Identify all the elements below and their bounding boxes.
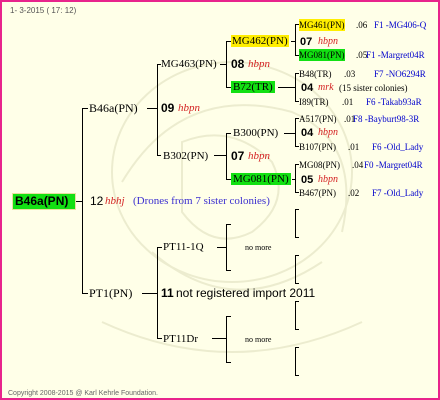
fmmf-year: .04 (352, 160, 364, 170)
root-note: (Drones from 7 sister colonies) (133, 195, 270, 207)
ffmf-label[interactable]: B48(TR) (299, 68, 332, 80)
fmmm-label[interactable]: B467(PN) (299, 187, 336, 199)
ff-hatch: hbpn (248, 58, 270, 70)
root-hatch: hbhj (105, 195, 125, 207)
ffff-line[interactable]: F1 -MG406-Q (374, 19, 426, 31)
ffff-year: .06 (356, 20, 368, 30)
mm-no-more: no more (245, 335, 272, 344)
fmmm-year: .02 (348, 188, 360, 198)
fmmf-line[interactable]: F0 -Margret04R (364, 159, 423, 171)
ffm-label[interactable]: B72(TR) (231, 81, 275, 93)
fmm-hatch: hbpn (318, 174, 338, 185)
fmf-hatch: hbpn (318, 127, 338, 138)
fff-gen: 07 (300, 36, 313, 48)
fff-label[interactable]: MG462(PN) (231, 35, 289, 47)
mf-no-more: no more (245, 243, 272, 252)
ffm-gen: 04 (301, 82, 314, 94)
ffmm-label[interactable]: I89(TR) (299, 96, 329, 108)
date-label: 1- 3-2015 ( 17: 12) (10, 6, 77, 15)
fffm-label[interactable]: MG081(PN) (299, 49, 345, 61)
fm-gen: 07 (231, 149, 245, 163)
fmfm-label[interactable]: B107(PN) (299, 141, 336, 153)
fmf-label[interactable]: B300(PN) (233, 127, 278, 139)
ffmm-line[interactable]: F6 -Takab93aR (366, 96, 422, 108)
fm-hatch: hbpn (248, 150, 270, 162)
ffm-note: (15 sister colonies) (339, 83, 408, 93)
mf-label[interactable]: PT11-1Q (163, 241, 204, 253)
father-label[interactable]: B46a(PN) (89, 102, 138, 114)
fmmm-line[interactable]: F7 -Old_Lady (372, 187, 423, 199)
ffmm-year: .01 (342, 97, 354, 107)
fffm-line[interactable]: F1 -Margret04R (366, 49, 425, 61)
ffmf-year: .03 (344, 69, 356, 79)
fmff-label[interactable]: A517(PN) (299, 113, 337, 125)
root-gen: 12 (90, 194, 104, 208)
mother-note: not registered import 2011 (176, 286, 316, 300)
ffff-label[interactable]: MG461(PN) (299, 19, 345, 31)
mother-gen: 11 (161, 286, 174, 300)
fmff-line[interactable]: F8 -Bayburt98-3R (353, 113, 419, 125)
father-gen: 09 (161, 101, 175, 115)
fmfm-year: .01 (348, 142, 360, 152)
root-label[interactable]: B46a(PN) (15, 195, 68, 207)
mm-label[interactable]: PT11Dr (163, 333, 198, 345)
ff-gen: 08 (231, 57, 245, 71)
ffm-hatch: mrk (318, 82, 334, 93)
ffmf-line[interactable]: F7 -NO6294R (374, 68, 426, 80)
father-hatch: hbpn (178, 102, 200, 114)
fff-hatch: hbpn (318, 36, 338, 47)
copyright-label: Copyright 2008-2015 @ Karl Kehrle Founda… (8, 390, 158, 397)
fmm-gen: 05 (301, 174, 314, 186)
fmm-label[interactable]: MG081(PN) (231, 173, 291, 185)
pedigree-frame: 1- 3-2015 ( 17: 12) Copyright 2008-2015 … (0, 0, 440, 400)
fmf-gen: 04 (301, 127, 314, 139)
mother-label[interactable]: PT1(PN) (89, 287, 132, 299)
fmmf-label[interactable]: MG08(PN) (299, 159, 340, 171)
ff-label[interactable]: MG463(PN) (161, 58, 217, 70)
fmfm-line[interactable]: F6 -Old_Lady (372, 141, 423, 153)
fm-label[interactable]: B302(PN) (163, 150, 208, 162)
